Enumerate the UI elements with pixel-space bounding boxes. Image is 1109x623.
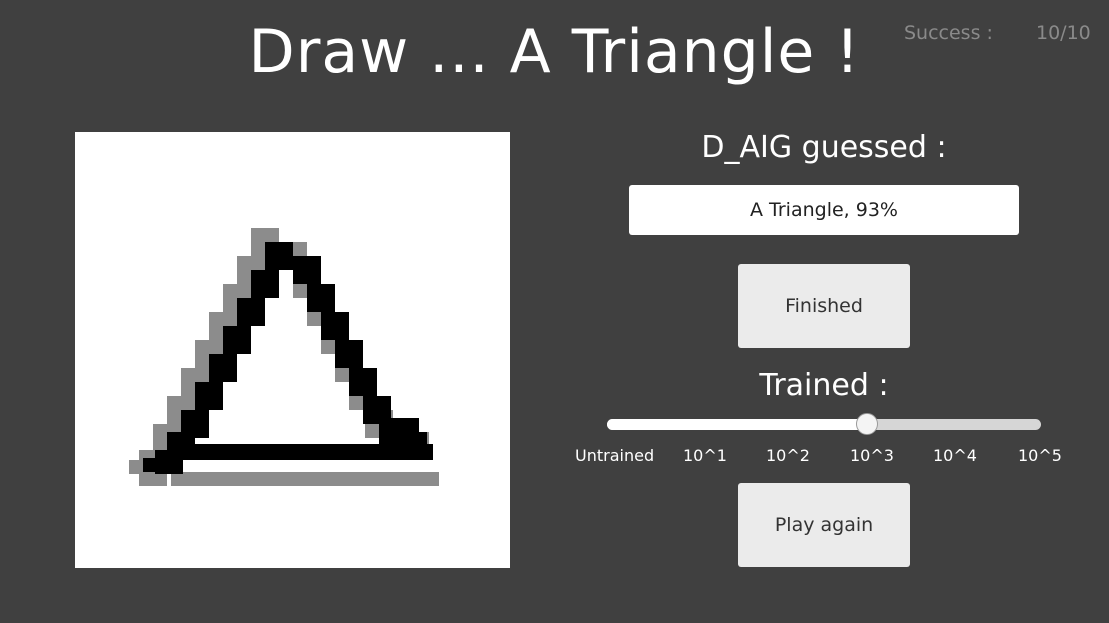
- tick-10-3: 10^3: [850, 446, 894, 465]
- play-again-button[interactable]: Play again: [738, 483, 910, 567]
- play-again-button-label: Play again: [774, 514, 874, 536]
- tick-10-1: 10^1: [683, 446, 727, 465]
- app-window: Draw ... A Triangle ! Success :10/10 D_A…: [0, 0, 1109, 623]
- guess-heading: D_AIG guessed :: [701, 130, 947, 165]
- trained-heading: Trained :: [759, 368, 889, 403]
- guess-result-text: A Triangle, 93%: [750, 199, 898, 221]
- training-slider[interactable]: [607, 413, 1041, 435]
- finished-button-label: Finished: [785, 295, 863, 317]
- triangle-stroke: [143, 242, 433, 474]
- success-counter: Success : 10/10: [904, 22, 1091, 44]
- tick-10-4: 10^4: [933, 446, 977, 465]
- success-label: Success :: [904, 22, 993, 44]
- guess-result-field: A Triangle, 93%: [629, 185, 1019, 235]
- success-value: 10/10: [1036, 22, 1091, 44]
- training-slider-thumb[interactable]: [856, 413, 879, 435]
- drawn-triangle: [129, 228, 439, 486]
- tick-10-5: 10^5: [1018, 446, 1062, 465]
- finished-button[interactable]: Finished: [738, 264, 910, 348]
- tick-10-2: 10^2: [766, 446, 810, 465]
- drawing-canvas[interactable]: [75, 132, 510, 568]
- tick-untrained: Untrained: [575, 446, 655, 465]
- training-slider-fill: [607, 419, 868, 430]
